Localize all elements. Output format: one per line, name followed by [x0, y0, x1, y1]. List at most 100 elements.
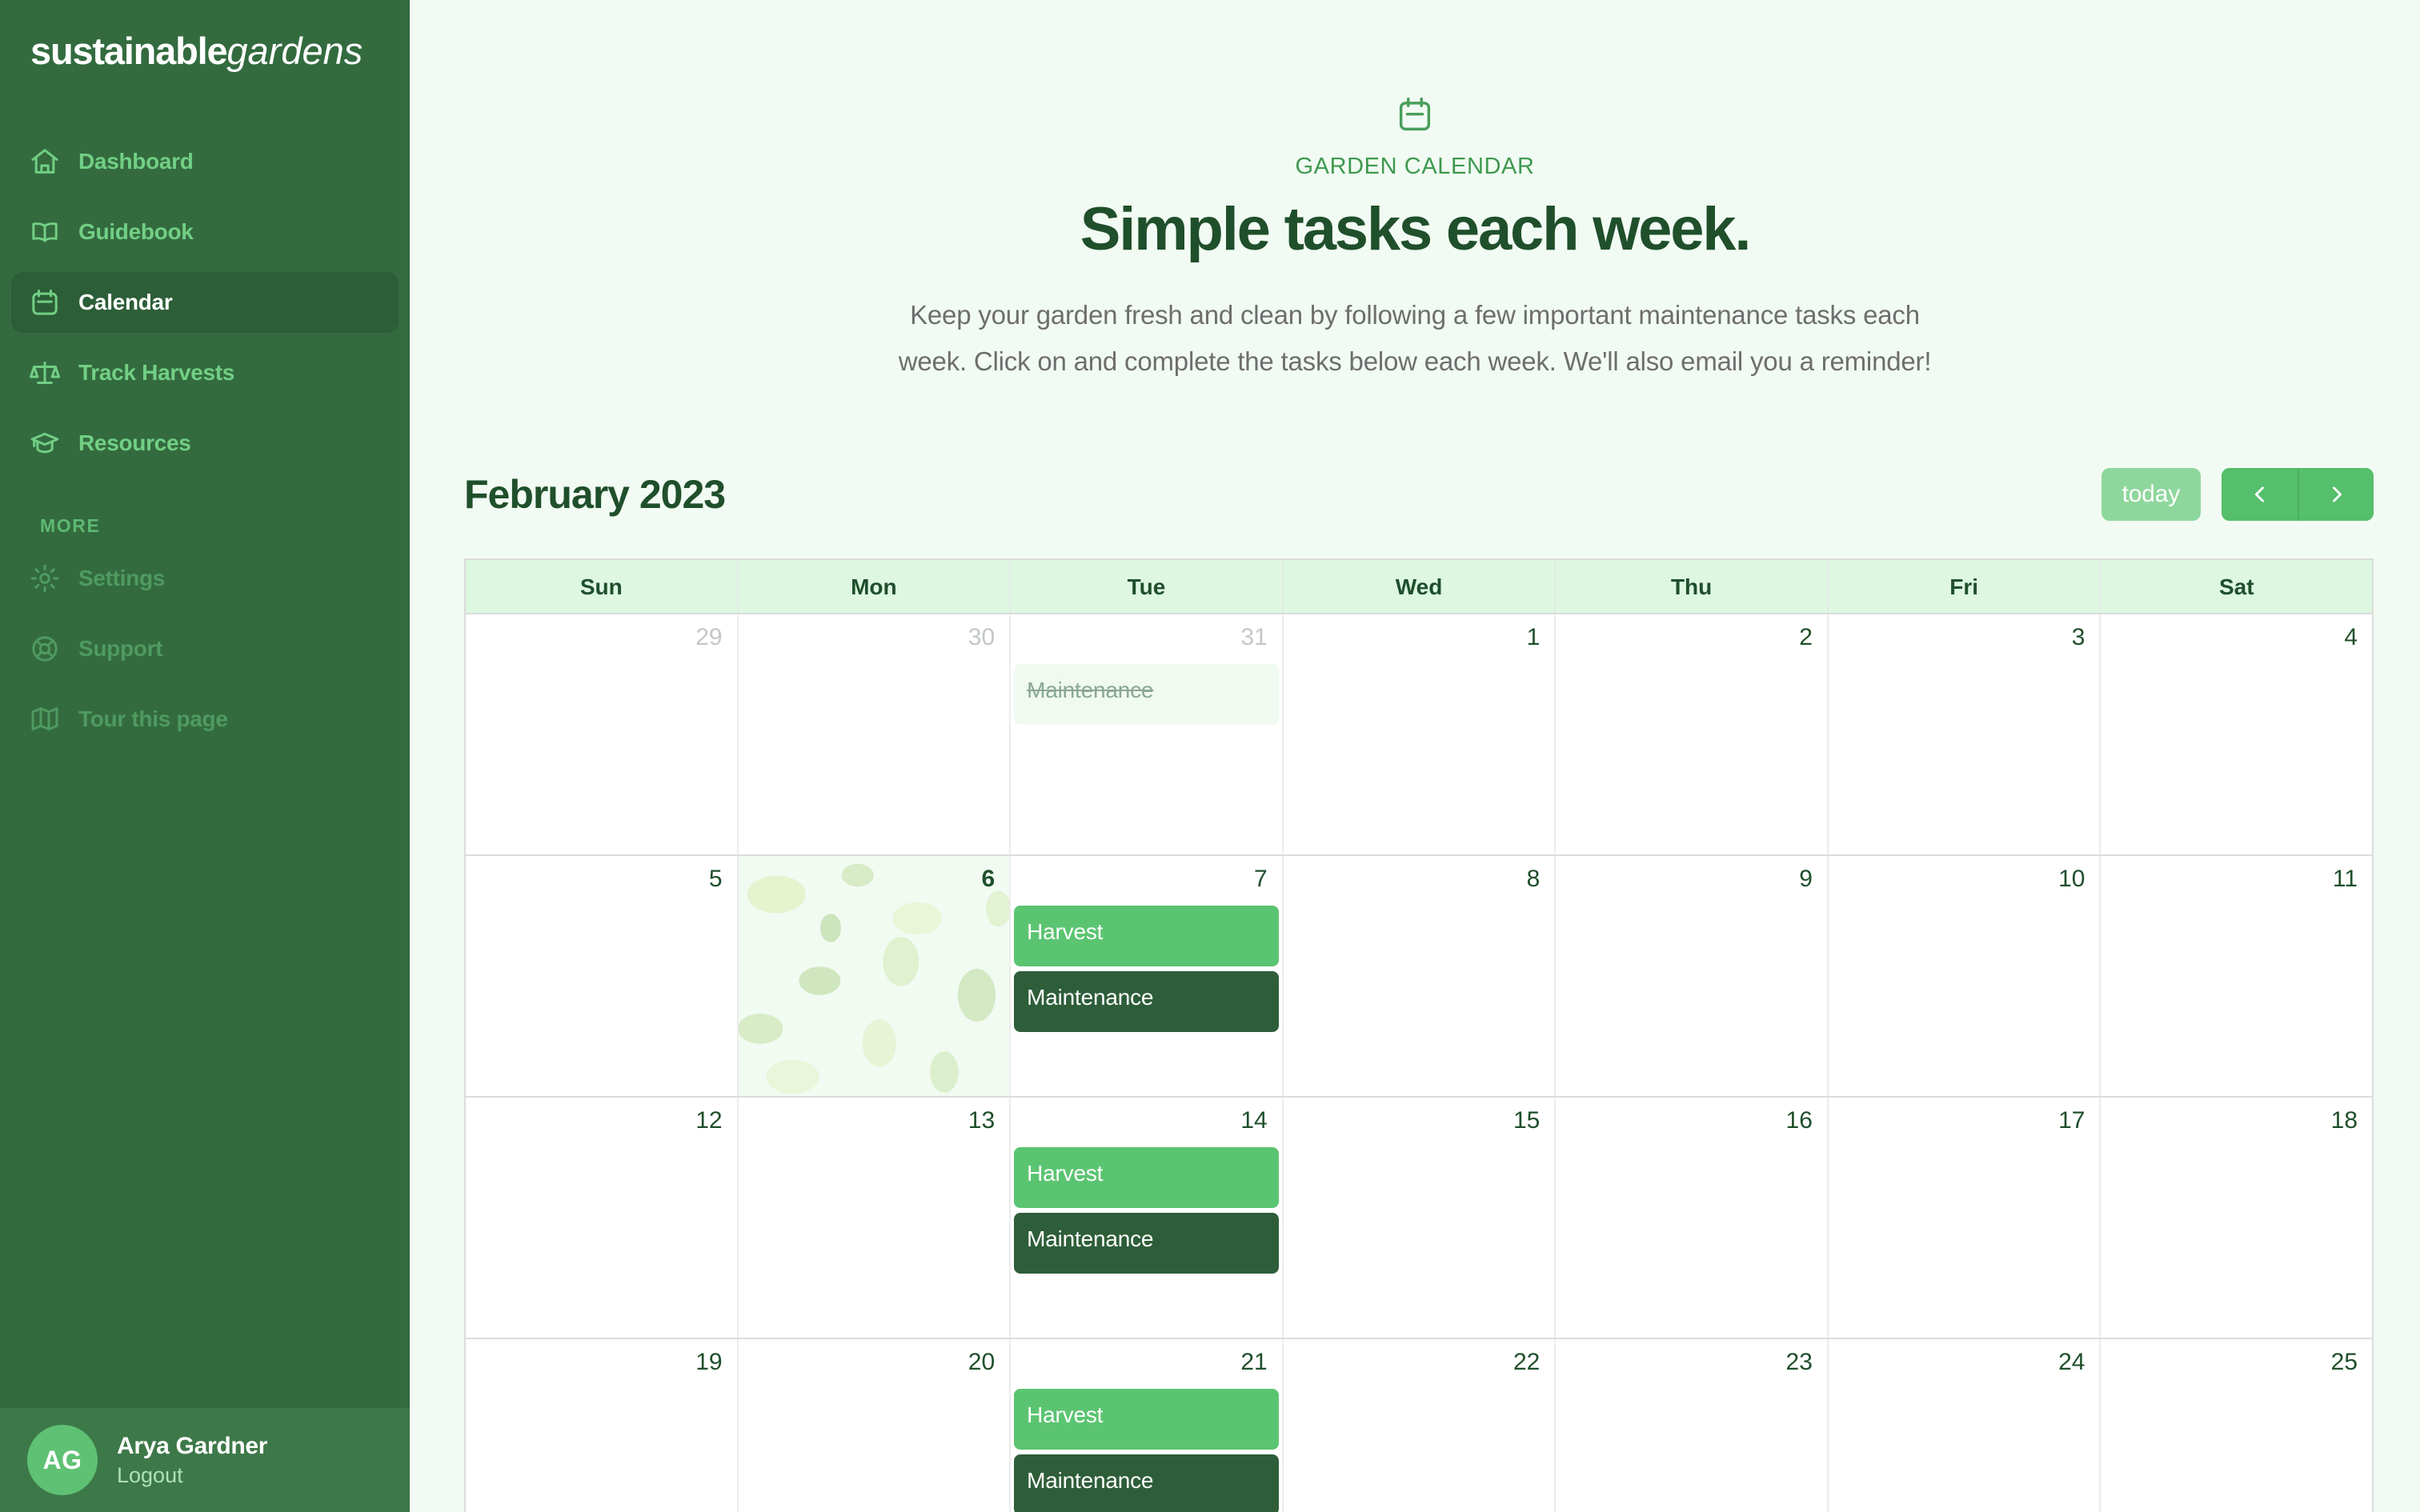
calendar-day-number: 11: [2332, 866, 2358, 893]
calendar-day-cell[interactable]: 10: [1828, 856, 2101, 1097]
calendar-day-cell[interactable]: 9: [1556, 856, 1829, 1097]
brand-logo[interactable]: sustainablegardens: [0, 0, 410, 112]
calendar-day-cell[interactable]: 23: [1556, 1339, 1829, 1512]
calendar-day-number: 9: [1799, 866, 1813, 893]
calendar-day-cell[interactable]: 24: [1828, 1339, 2101, 1512]
calendar-day-number: 21: [1240, 1349, 1268, 1376]
map-icon: [29, 703, 61, 735]
calendar-weekday-sun: Sun: [466, 560, 739, 614]
sidebar-item-track-harvests[interactable]: Track Harvests: [11, 342, 399, 403]
calendar-month-title: February 2023: [464, 472, 726, 518]
calendar-event-harvest[interactable]: Harvest: [1014, 1389, 1279, 1450]
calendar-day-cell[interactable]: 20: [738, 1339, 1012, 1512]
sidebar-item-calendar[interactable]: Calendar: [11, 272, 399, 333]
calendar-day-cell[interactable]: 3: [1828, 614, 2101, 855]
sidebar-item-dashboard[interactable]: Dashboard: [11, 131, 399, 192]
calendar-day-cell[interactable]: 19: [466, 1339, 739, 1512]
gear-icon: [29, 562, 61, 594]
user-profile[interactable]: AG Arya Gardner Logout: [0, 1408, 410, 1512]
sidebar-item-support[interactable]: Support: [11, 618, 399, 679]
calendar-day-number: 29: [695, 624, 723, 651]
calendar-day-cell[interactable]: 5: [466, 856, 739, 1097]
calendar-event-list: Harvest Maintenance: [1014, 1389, 1279, 1512]
sidebar-item-resources[interactable]: Resources: [11, 413, 399, 474]
graduation-cap-icon: [29, 427, 61, 459]
calendar-event-list: Harvest Maintenance: [1014, 1147, 1279, 1278]
avatar: AG: [27, 1425, 98, 1495]
calendar-nav-group: [2222, 468, 2374, 522]
calendar-day-cell[interactable]: 6: [738, 856, 1012, 1097]
prev-month-button[interactable]: [2222, 468, 2298, 522]
sidebar-item-settings[interactable]: Settings: [11, 548, 399, 609]
calendar-week-row: 29 30 31 Maintenance 1 2 3 4: [466, 613, 2373, 855]
calendar-day-number: 23: [1785, 1349, 1813, 1376]
lifebuoy-icon: [29, 633, 61, 665]
sidebar-more-heading: MORE: [40, 515, 101, 536]
calendar-icon: [410, 94, 2420, 136]
brand-text: sustainablegardens: [30, 32, 410, 70]
calendar-weekday-header: Sun Mon Tue Wed Thu Fri Sat: [466, 560, 2372, 614]
calendar-day-number: 15: [1512, 1107, 1541, 1134]
calendar-day-cell[interactable]: 2: [1556, 614, 1829, 855]
calendar-day-cell[interactable]: 29: [466, 614, 739, 855]
calendar-icon: [29, 286, 61, 318]
calendar-day-number: 19: [695, 1349, 723, 1376]
sidebar-item-label: Settings: [78, 566, 166, 590]
calendar-day-cell[interactable]: 11: [2101, 856, 2373, 1097]
calendar-day-cell[interactable]: 7 Harvest Maintenance: [1011, 856, 1284, 1097]
today-button[interactable]: today: [2101, 468, 2201, 522]
main-content: GARDEN CALENDAR Simple tasks each week. …: [410, 0, 2420, 1512]
calendar-event-maintenance[interactable]: Maintenance: [1014, 1454, 1279, 1512]
calendar-day-number: 31: [1240, 624, 1268, 651]
calendar-day-number: 20: [968, 1349, 996, 1376]
calendar-day-cell[interactable]: 17: [1828, 1098, 2101, 1338]
calendar-section: February 2023 today Sun Mon Tue Wed Thu Fri Sa…: [410, 384, 2420, 1512]
calendar-day-cell[interactable]: 12: [466, 1098, 739, 1338]
calendar-day-cell[interactable]: 18: [2101, 1098, 2373, 1338]
calendar-day-number: 17: [2058, 1107, 2085, 1134]
user-info: Arya Gardner Logout: [117, 1433, 267, 1488]
next-month-button[interactable]: [2298, 468, 2374, 522]
calendar-event-list: Harvest Maintenance: [1014, 906, 1279, 1037]
calendar-weekday-wed: Wed: [1284, 560, 1557, 614]
calendar-grid: Sun Mon Tue Wed Thu Fri Sat 29 30 31 Maintenance 1…: [464, 558, 2374, 1512]
calendar-day-number: 22: [1512, 1349, 1541, 1376]
calendar-day-cell[interactable]: 30: [738, 614, 1012, 855]
calendar-day-number: 1: [1526, 624, 1541, 651]
calendar-day-cell[interactable]: 25: [2101, 1339, 2373, 1512]
calendar-day-cell[interactable]: 1: [1283, 614, 1557, 855]
calendar-day-cell[interactable]: 16: [1556, 1098, 1829, 1338]
today-leaf-pattern: [738, 856, 1010, 1097]
calendar-day-number: 25: [2330, 1349, 2358, 1376]
calendar-toolbar: February 2023 today: [464, 464, 2374, 525]
calendar-event-harvest[interactable]: Harvest: [1014, 906, 1279, 967]
calendar-day-number: 24: [2058, 1349, 2085, 1376]
calendar-day-number: 30: [968, 624, 996, 651]
calendar-day-number: 12: [695, 1107, 723, 1134]
calendar-body: 29 30 31 Maintenance 1 2 3 4 5 6 7 Harvest Maintenan…: [466, 613, 2373, 1512]
sidebar-item-guidebook[interactable]: Guidebook: [11, 202, 399, 262]
calendar-day-number: 16: [1785, 1107, 1813, 1134]
calendar-weekday-thu: Thu: [1556, 560, 1829, 614]
calendar-event-maintenance[interactable]: Maintenance: [1014, 664, 1279, 726]
sidebar-item-label: Dashboard: [78, 149, 194, 174]
calendar-day-cell[interactable]: 21 Harvest Maintenance: [1011, 1339, 1284, 1512]
calendar-event-harvest[interactable]: Harvest: [1014, 1147, 1279, 1209]
calendar-event-list: Maintenance: [1014, 664, 1279, 730]
calendar-day-cell[interactable]: 4: [2101, 614, 2373, 855]
brand-script: gardens: [226, 30, 363, 72]
logout-link[interactable]: Logout: [117, 1463, 267, 1488]
sidebar-item-tour-this-page[interactable]: Tour this page: [11, 689, 399, 750]
calendar-day-number: 6: [981, 866, 996, 893]
calendar-event-maintenance[interactable]: Maintenance: [1014, 971, 1279, 1033]
calendar-day-number: 10: [2058, 866, 2085, 893]
calendar-day-cell[interactable]: 13: [738, 1098, 1012, 1338]
calendar-event-maintenance[interactable]: Maintenance: [1014, 1213, 1279, 1274]
calendar-day-cell[interactable]: 15: [1283, 1098, 1557, 1338]
sidebar-item-label: Track Harvests: [78, 360, 235, 385]
calendar-day-cell[interactable]: 8: [1283, 856, 1557, 1097]
calendar-day-cell[interactable]: 22: [1283, 1339, 1557, 1512]
calendar-day-cell[interactable]: 14 Harvest Maintenance: [1011, 1098, 1284, 1338]
calendar-day-number: 14: [1240, 1107, 1268, 1134]
calendar-day-cell[interactable]: 31 Maintenance: [1011, 614, 1284, 855]
